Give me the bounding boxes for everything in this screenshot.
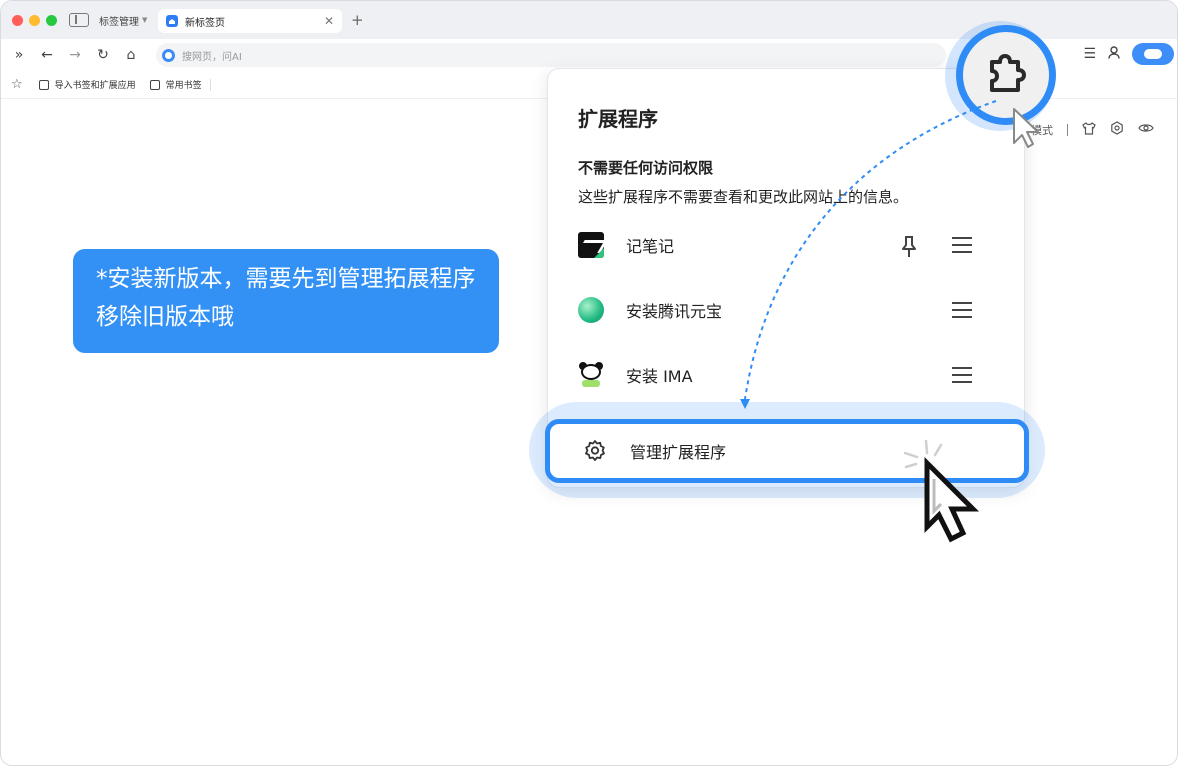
tab-manager-button[interactable]: 标签管理 ▼ bbox=[99, 13, 147, 28]
tab-new-tab[interactable]: 新标签页 ✕ bbox=[158, 9, 342, 33]
section-description: 这些扩展程序不需要查看和更改此网站上的信息。 bbox=[578, 188, 909, 206]
menu-icon[interactable] bbox=[952, 237, 972, 253]
window-controls bbox=[12, 14, 57, 26]
bookmark-divider bbox=[209, 78, 211, 91]
extension-name: 安装腾讯元宝 bbox=[626, 302, 723, 321]
divider bbox=[1067, 123, 1068, 136]
manage-extensions-button[interactable]: 管理扩展程序 bbox=[545, 419, 1029, 483]
tab-close-icon[interactable]: ✕ bbox=[324, 14, 334, 28]
menu-icon[interactable] bbox=[952, 367, 972, 383]
eye-icon[interactable] bbox=[1138, 122, 1154, 137]
tab-manager-label: 标签管理 bbox=[99, 16, 139, 28]
browser-window: 标签管理 ▼ 新标签页 ✕ + » ← → ↻ ⌂ 搜网页，问AI ☰ ☆ 导入… bbox=[0, 0, 1178, 766]
search-engine-icon bbox=[162, 48, 175, 62]
home-icon bbox=[166, 15, 178, 27]
caret-down-icon: ▼ bbox=[142, 16, 148, 24]
extension-item[interactable]: 记笔记 bbox=[578, 225, 988, 265]
pin-icon[interactable] bbox=[900, 235, 918, 259]
expand-icon[interactable]: » bbox=[5, 47, 33, 63]
sidebar-toggle-icon[interactable] bbox=[69, 13, 89, 27]
page-tools: 模式 bbox=[1031, 121, 1154, 138]
bookmark-item-common[interactable]: 常用书签 bbox=[149, 78, 202, 91]
instruction-callout: *安装新版本，需要先到管理拓展程序移除旧版本哦 bbox=[73, 249, 499, 353]
notes-logo-icon bbox=[578, 232, 604, 258]
home-button-icon[interactable]: ⌂ bbox=[117, 47, 145, 63]
forward-icon[interactable]: → bbox=[61, 47, 89, 63]
import-icon bbox=[38, 79, 49, 90]
settings-hex-icon[interactable] bbox=[1110, 121, 1124, 138]
extension-item[interactable]: 安装腾讯元宝 bbox=[578, 290, 988, 330]
menu-list-icon[interactable]: ☰ bbox=[1083, 46, 1096, 62]
reload-icon[interactable]: ↻ bbox=[89, 47, 117, 63]
menu-icon[interactable] bbox=[952, 302, 972, 318]
back-icon[interactable]: ← bbox=[33, 47, 61, 63]
puzzle-icon bbox=[983, 52, 1029, 98]
toolbar-right: ☰ bbox=[1083, 43, 1177, 65]
address-bar-placeholder: 搜网页，问AI bbox=[182, 51, 242, 63]
maximize-window-button[interactable] bbox=[46, 14, 57, 26]
extensions-button[interactable] bbox=[956, 25, 1056, 125]
extension-name: 记笔记 bbox=[626, 237, 675, 256]
yuanbao-logo-icon bbox=[578, 297, 604, 323]
bookmark-icon bbox=[149, 79, 160, 90]
bookmark-label: 导入书签和扩展应用 bbox=[54, 81, 136, 91]
address-bar[interactable]: 搜网页，问AI bbox=[156, 43, 946, 67]
tab-title: 新标签页 bbox=[185, 17, 225, 29]
bookmark-label: 常用书签 bbox=[165, 81, 202, 91]
ima-panda-logo-icon bbox=[578, 362, 604, 388]
shirt-icon[interactable] bbox=[1082, 121, 1096, 138]
minimize-window-button[interactable] bbox=[29, 14, 40, 26]
close-window-button[interactable] bbox=[12, 14, 23, 26]
section-title: 不需要任何访问权限 bbox=[578, 159, 714, 177]
popup-title: 扩展程序 bbox=[578, 107, 658, 131]
new-tab-button[interactable]: + bbox=[351, 11, 364, 29]
bookmark-item-import[interactable]: 导入书签和扩展应用 bbox=[38, 78, 136, 91]
cloud-sync-button[interactable] bbox=[1132, 43, 1174, 65]
extension-name: 安装 IMA bbox=[626, 367, 693, 386]
gear-icon bbox=[583, 439, 607, 463]
mode-label[interactable]: 模式 bbox=[1031, 122, 1053, 138]
star-icon[interactable]: ☆ bbox=[11, 77, 23, 92]
manage-extensions-label: 管理扩展程序 bbox=[630, 443, 727, 462]
extension-item[interactable]: 安装 IMA bbox=[578, 355, 988, 395]
profile-icon[interactable] bbox=[1108, 45, 1120, 63]
